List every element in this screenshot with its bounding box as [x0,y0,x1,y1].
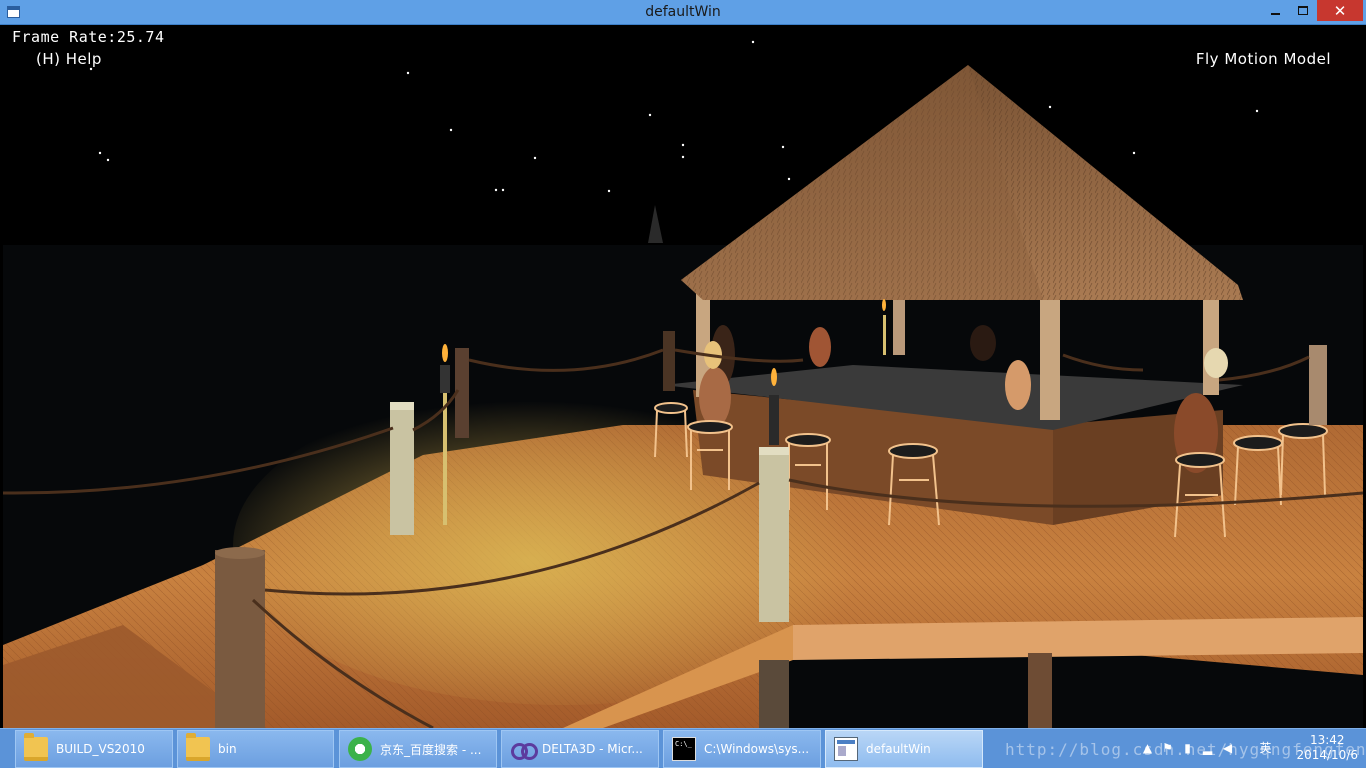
system-tray: ▲ ⚑ ▮ ▂ ◀ 英 13:42 2014/10/6 [1140,729,1366,768]
folder-icon [24,733,48,761]
scene-render [3,40,1363,728]
close-icon: ✕ [1333,1,1347,20]
window-title: defaultWin [645,4,721,20]
folder-icon [186,733,210,761]
frame-rate-readout: Frame Rate:25.74 [12,28,165,46]
close-button[interactable]: ✕ [1317,0,1363,21]
taskbar-item-label: defaultWin [866,742,931,756]
network-error-icon[interactable]: ⚑ [1160,741,1175,756]
taskbar: BUILD_VS2010 bin 京东_百度搜索 - ... DELTA3D -… [0,728,1366,768]
show-hidden-icons-icon[interactable]: ▲ [1140,741,1155,756]
volume-icon[interactable]: ◀ [1220,741,1235,756]
motion-model-label: Fly Motion Model [1195,50,1331,68]
clock-date: 2014/10/6 [1296,748,1358,762]
taskbar-item-build-vs2010[interactable]: BUILD_VS2010 [15,730,173,768]
taskbar-item-browser[interactable]: 京东_百度搜索 - ... [339,730,497,768]
minimize-button[interactable] [1262,0,1288,21]
command-prompt-icon [672,737,696,761]
restore-icon [1298,6,1308,15]
taskbar-item-label: 京东_百度搜索 - ... [380,742,482,757]
taskbar-item-visual-studio[interactable]: DELTA3D - Micr... [501,730,659,768]
input-method-indicator[interactable]: 英 [1258,741,1273,756]
taskbar-item-defaultwin[interactable]: defaultWin [825,730,983,768]
visual-studio-icon [510,737,538,761]
clock-time: 13:42 [1309,733,1345,747]
taskbar-item-label: C:\Windows\sys... [704,742,810,756]
application-window-icon [834,737,858,761]
3d-viewport[interactable]: Frame Rate:25.74 (H) Help Fly Motion Mod… [3,25,1363,728]
taskbar-item-label: bin [218,742,237,756]
window-titlebar: defaultWin ✕ [0,0,1366,25]
taskbar-item-label: DELTA3D - Micr... [542,742,643,756]
taskbar-item-label: BUILD_VS2010 [56,742,145,756]
network-icon[interactable]: ▂ [1200,741,1215,756]
minimize-icon [1270,12,1280,15]
taskbar-item-bin[interactable]: bin [177,730,334,768]
clock[interactable]: 13:42 2014/10/6 [1296,733,1358,763]
taskbar-item-command-prompt[interactable]: C:\Windows\sys... [663,730,821,768]
maximize-button[interactable] [1290,0,1316,21]
browser-icon [348,737,372,761]
battery-icon[interactable]: ▮ [1180,741,1195,756]
help-hint: (H) Help [36,50,102,68]
